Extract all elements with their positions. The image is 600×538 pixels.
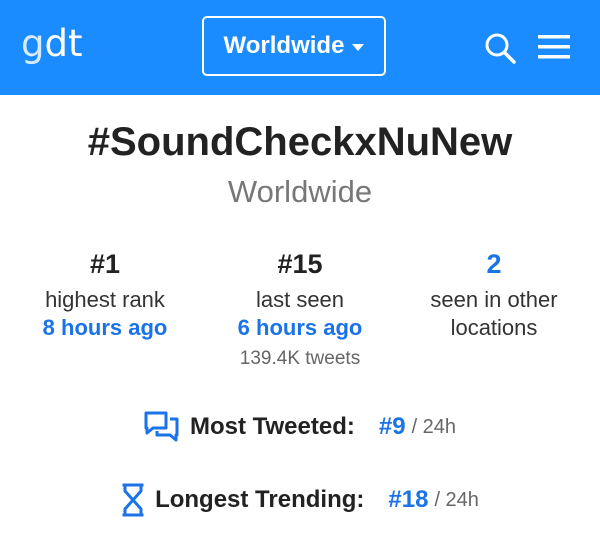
- longest-trending-value[interactable]: #18: [388, 486, 428, 514]
- hourglass-icon: [122, 483, 144, 517]
- longest-trending-suffix: / 24h: [434, 488, 479, 511]
- last-seen-label: last seen: [255, 287, 345, 312]
- longest-trending-row: Longest Trending: #18 / 24h: [0, 482, 600, 518]
- highest-rank-time-link[interactable]: 8 hours ago: [5, 314, 205, 342]
- other-locations-label-line1: seen in other: [430, 287, 558, 312]
- most-tweeted-suffix: / 24h: [411, 415, 457, 438]
- stat-highest-rank: #1 highest rank 8 hours ago: [5, 248, 205, 342]
- last-seen-value: #15: [277, 249, 323, 279]
- chat-icon: [144, 411, 179, 442]
- other-locations-value[interactable]: 2: [394, 248, 594, 280]
- last-seen-time-link[interactable]: 6 hours ago: [200, 314, 400, 342]
- location-dropdown-button[interactable]: Worldwide: [202, 16, 386, 76]
- other-locations-label-line2: locations: [450, 315, 538, 340]
- stat-last-seen: #15 last seen 6 hours ago 139.4K tweets: [200, 248, 400, 372]
- trend-location: Worldwide: [227, 174, 373, 209]
- highest-rank-label: highest rank: [45, 287, 165, 312]
- menu-icon[interactable]: [538, 34, 570, 60]
- tweet-count: 139.4K tweets: [239, 348, 361, 369]
- highest-rank-value: #1: [89, 249, 121, 279]
- other-locations-label: seen in other locations: [394, 286, 594, 342]
- trend-title: #SoundCheckxNuNew: [87, 120, 513, 164]
- most-tweeted-row: Most Tweeted: #9 / 24h: [0, 410, 600, 444]
- logo-dt: dt: [44, 22, 83, 65]
- most-tweeted-value[interactable]: #9: [379, 413, 406, 441]
- logo[interactable]: gdt: [21, 22, 83, 66]
- longest-trending-label: Longest Trending:: [155, 486, 365, 513]
- chevron-down-icon: [352, 44, 365, 51]
- search-icon[interactable]: [484, 32, 516, 64]
- top-bar: gdt Worldwide: [0, 0, 600, 95]
- most-tweeted-label: Most Tweeted:: [189, 413, 355, 440]
- logo-g: g: [21, 22, 45, 65]
- location-button-label: Worldwide: [223, 32, 345, 59]
- stat-other-locations[interactable]: 2 seen in other locations: [394, 248, 594, 342]
